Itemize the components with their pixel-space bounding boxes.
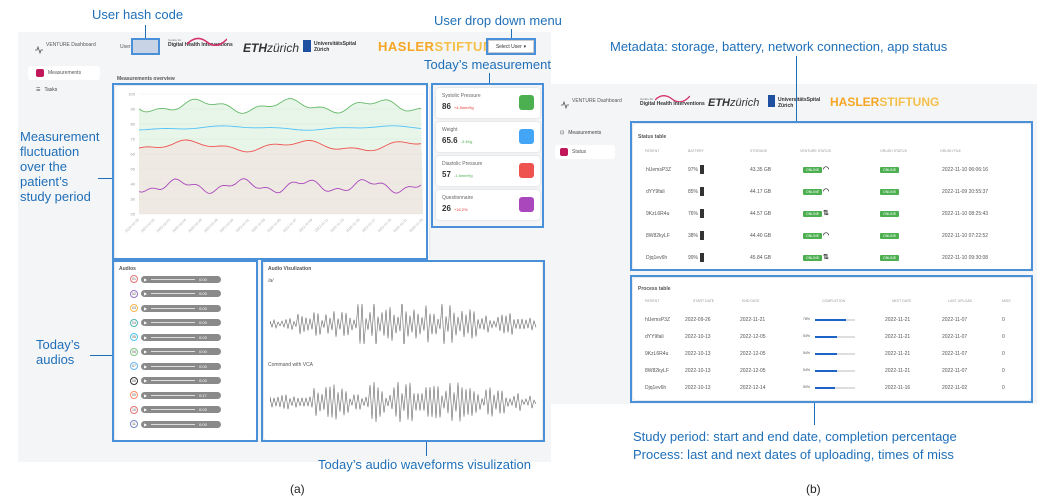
measurements-icon xyxy=(36,69,44,77)
annotation-metadata: Metadata: storage, battery, network conn… xyxy=(610,39,948,54)
arrow-study-period xyxy=(814,403,815,425)
highlight-audios xyxy=(112,260,258,442)
annotation-fluctuation: Measurement fluctuation over the patient… xyxy=(20,129,100,204)
highlight-dropdown xyxy=(486,38,536,55)
chart-icon: ⊡ xyxy=(560,130,565,136)
sidebar-item-tasks[interactable]: ☰ Tasks xyxy=(36,87,57,93)
arrow-fluctuation xyxy=(98,178,112,179)
usz-logo-icon xyxy=(303,40,311,52)
arrow-metadata xyxy=(796,56,797,121)
annotation-todays-audios: Today’s audios xyxy=(36,337,80,367)
hasler-logo: HASLERSTIFTUNG xyxy=(378,39,504,54)
arrow-waveforms xyxy=(426,442,427,456)
caption-a: (a) xyxy=(290,482,305,496)
app-title-b: VENTURE Dashboard xyxy=(572,98,622,104)
sidebar-item-label: Tasks xyxy=(44,87,58,93)
sidebar-item-label: Status xyxy=(572,149,587,155)
venture-logo-icon xyxy=(560,96,570,110)
arrow-user-hash xyxy=(145,25,146,38)
highlight-status-table xyxy=(630,121,1033,271)
user-label: User xyxy=(120,44,131,50)
arrow-user-dropdown xyxy=(511,29,512,38)
highlight-viz xyxy=(261,260,545,442)
annotation-process: Process: last and next dates of uploadin… xyxy=(633,447,954,462)
sidebar-item-label: Measurements xyxy=(48,70,82,76)
sidebar-item-label: Measurements xyxy=(568,130,602,136)
usz-logo-icon xyxy=(768,95,775,107)
arrow-todays-measurement xyxy=(489,73,490,83)
sidebar-item-status[interactable]: Status xyxy=(555,145,615,159)
sidebar-item-measurements[interactable]: Measurements xyxy=(28,66,100,80)
caption-b: (b) xyxy=(806,482,821,496)
highlight-today-measurement xyxy=(431,83,544,228)
eth-logo-b: ETHzürich xyxy=(708,97,760,109)
app-title: VENTURE Dashboard xyxy=(46,42,96,48)
annotation-user-hash: User hash code xyxy=(92,7,184,22)
dhi-logo-swoosh-icon xyxy=(655,95,690,102)
eth-logo: ETHzürich xyxy=(243,41,300,55)
annotation-waveforms: Today’s audio waveforms visulization xyxy=(318,457,531,472)
sidebar-item-measurements-b[interactable]: ⊡ Measurements xyxy=(560,130,601,136)
dhi-logo-swoosh-icon xyxy=(187,37,227,46)
highlight-user-hash xyxy=(131,38,160,55)
annotation-study-period: Study period: start and end date, comple… xyxy=(633,429,957,444)
arrow-todays-audios xyxy=(90,355,112,356)
highlight-overview xyxy=(112,83,428,260)
hasler-logo-b: HASLERSTIFTUNG xyxy=(830,95,940,109)
highlight-process-table xyxy=(630,275,1033,403)
overview-title: Measurements overview xyxy=(117,76,175,82)
tasks-icon: ☰ xyxy=(36,87,41,93)
usz-logo-b: UniversitätsSpital Zürich xyxy=(778,97,821,109)
venture-logo-icon xyxy=(34,41,44,55)
status-icon xyxy=(560,148,568,156)
annotation-user-dropdown: User drop down menu xyxy=(434,13,562,28)
usz-logo: UniversitätsSpital Zürich xyxy=(314,41,357,53)
annotation-todays-measurement: Today’s measurement xyxy=(424,57,551,72)
